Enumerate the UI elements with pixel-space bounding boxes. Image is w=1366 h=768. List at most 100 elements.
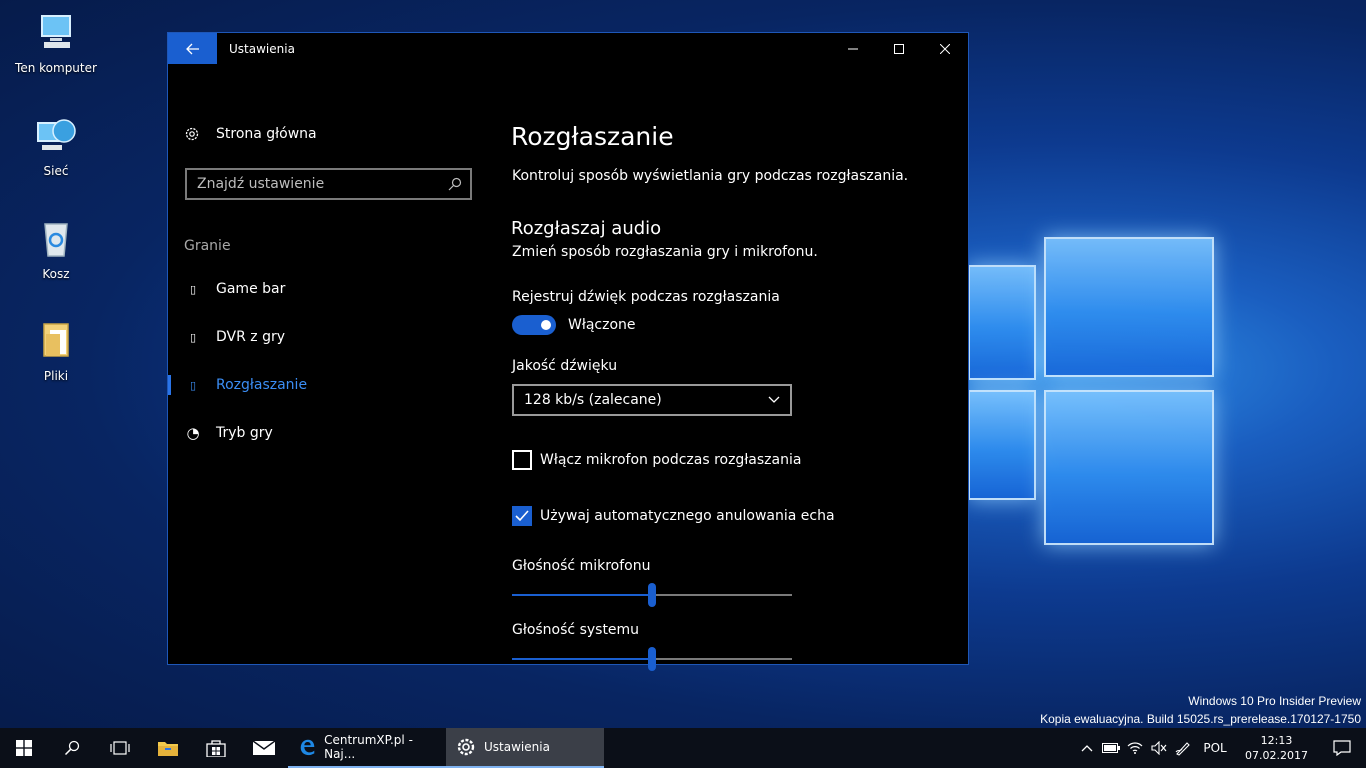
- game-bar-icon: ▯: [189, 282, 197, 296]
- volume-muted-icon: [1151, 741, 1167, 755]
- settings-window: Ustawienia Strona główna Granie: [167, 32, 969, 671]
- task-view-icon: [110, 741, 130, 755]
- windows-start-icon: [16, 740, 32, 756]
- back-arrow-icon: [185, 43, 199, 54]
- mail-button[interactable]: [240, 728, 288, 768]
- toggle-state-label: Włączone: [568, 317, 636, 333]
- desktop-icon-label: Pliki: [43, 369, 69, 383]
- folder-icon: [43, 323, 69, 357]
- wifi-icon: [1127, 742, 1143, 754]
- taskbar-app-label: CentrumXP.pl - Naj...: [324, 733, 413, 761]
- window-title: Ustawienia: [229, 41, 295, 56]
- show-hidden-icons-button[interactable]: [1075, 744, 1099, 752]
- sidebar-item-label: DVR z gry: [216, 329, 286, 345]
- watermark-line-2: Kopia ewaluacyjna. Build 15025.rs_prerel…: [1040, 712, 1361, 726]
- minimize-icon: [848, 48, 858, 49]
- slider-thumb[interactable]: [648, 647, 656, 671]
- taskbar-app-edge[interactable]: CentrumXP.pl - Naj...: [288, 728, 446, 768]
- network-button[interactable]: [1123, 741, 1147, 755]
- desktop-icon-network[interactable]: Sieć: [14, 115, 98, 178]
- minimize-button[interactable]: [830, 33, 876, 64]
- desktop-icon-label: Sieć: [43, 164, 69, 178]
- sidebar-item-game-bar[interactable]: ▯ Game bar: [168, 269, 488, 309]
- broadcast-icon: ▯: [189, 378, 197, 392]
- sidebar-item-label: Game bar: [216, 281, 286, 297]
- pen-icon: [1175, 742, 1190, 756]
- file-explorer-button[interactable]: [144, 728, 192, 768]
- chevron-down-icon: [768, 396, 780, 403]
- notification-icon: [1333, 740, 1351, 756]
- clock-time: 12:13: [1260, 734, 1293, 747]
- wallpaper-windows-logo: [968, 225, 1218, 555]
- desktop-icon-label: Ten komputer: [15, 61, 97, 75]
- search-icon: [64, 740, 80, 756]
- mic-checkbox-label: Włącz mikrofon podczas rozgłaszania: [540, 452, 802, 468]
- echo-checkbox-label: Używaj automatycznego anulowania echa: [540, 508, 835, 524]
- action-center-button[interactable]: [1318, 728, 1366, 768]
- store-button[interactable]: [192, 728, 240, 768]
- slider-fill: [512, 658, 652, 660]
- sidebar-item-label: Tryb gry: [216, 425, 273, 441]
- close-icon: [940, 43, 950, 54]
- start-button[interactable]: [0, 728, 48, 768]
- slider-thumb[interactable]: [648, 583, 656, 607]
- recycle-bin-icon: [44, 223, 68, 257]
- close-button[interactable]: [922, 33, 968, 64]
- nav-home-label: Strona główna: [216, 126, 317, 142]
- mail-icon: [253, 741, 275, 755]
- title-bar: Ustawienia: [168, 33, 968, 64]
- watermark-line-1: Windows 10 Pro Insider Preview: [1188, 694, 1361, 708]
- dvr-icon: ▯: [189, 330, 197, 344]
- search-button[interactable]: [48, 728, 96, 768]
- sidebar-item-label: Rozgłaszanie: [216, 377, 308, 393]
- audio-quality-value: 128 kb/s (zalecane): [524, 392, 662, 408]
- computer-icon: [41, 15, 71, 48]
- audio-quality-select[interactable]: 128 kb/s (zalecane): [512, 384, 792, 416]
- settings-nav: Strona główna Granie ▯ Game bar ▯ DVR z …: [168, 64, 488, 664]
- clock[interactable]: 12:13 07.02.2017: [1245, 733, 1308, 763]
- settings-content: Rozgłaszanie Kontroluj sposób wyświetlan…: [511, 64, 968, 671]
- sidebar-item-dvr[interactable]: ▯ DVR z gry: [168, 317, 488, 357]
- system-tray: POL 12:13 07.02.2017: [1075, 728, 1366, 768]
- mic-volume-slider[interactable]: [512, 583, 792, 607]
- language-indicator[interactable]: POL: [1195, 741, 1235, 755]
- sidebar-item-broadcasting[interactable]: ▯ Rozgłaszanie: [168, 365, 488, 405]
- store-icon: [206, 740, 226, 757]
- gear-icon: [457, 738, 475, 756]
- folder-icon: [158, 742, 178, 756]
- desktop-icon-label: Kosz: [42, 267, 70, 281]
- pen-button[interactable]: [1171, 740, 1195, 756]
- search-icon[interactable]: [448, 177, 462, 191]
- taskbar-app-label: Ustawienia: [484, 740, 550, 754]
- toggle-switch[interactable]: [512, 315, 556, 335]
- nav-section-gaming: Granie: [184, 238, 231, 254]
- sidebar-item-game-mode[interactable]: ◔ Tryb gry: [168, 413, 488, 453]
- audio-quality-label: Jakość dźwięku: [512, 358, 618, 374]
- battery-icon: [1102, 743, 1121, 753]
- volume-button[interactable]: [1147, 741, 1171, 755]
- taskbar-app-settings[interactable]: Ustawienia: [446, 728, 604, 768]
- maximize-button[interactable]: [876, 33, 922, 64]
- mic-checkbox[interactable]: [512, 450, 532, 470]
- system-volume-label: Głośność systemu: [512, 622, 640, 638]
- echo-checkbox-row[interactable]: Używaj automatycznego anulowania echa: [512, 506, 835, 526]
- search-input[interactable]: [197, 176, 448, 192]
- search-box[interactable]: [185, 168, 472, 200]
- desktop-icon-this-pc[interactable]: Ten komputer: [14, 12, 98, 75]
- echo-checkbox[interactable]: [512, 506, 532, 526]
- section-subtitle-audio: Zmień sposób rozgłaszania gry i mikrofon…: [512, 244, 818, 260]
- task-view-button[interactable]: [96, 728, 144, 768]
- mic-checkbox-row[interactable]: Włącz mikrofon podczas rozgłaszania: [512, 450, 801, 470]
- chevron-up-icon: [1081, 745, 1093, 752]
- network-icon: [37, 119, 76, 150]
- checkmark-icon: [515, 510, 529, 522]
- back-button[interactable]: [168, 33, 217, 64]
- clock-date: 07.02.2017: [1245, 749, 1308, 762]
- section-heading-audio: Rozgłaszaj audio: [511, 218, 662, 239]
- desktop-icon-files[interactable]: Pliki: [14, 320, 98, 383]
- record-audio-toggle[interactable]: Włączone: [512, 315, 636, 335]
- desktop-icon-recycle-bin[interactable]: Kosz: [14, 218, 98, 281]
- nav-home[interactable]: Strona główna: [184, 126, 317, 142]
- battery-button[interactable]: [1099, 743, 1123, 753]
- system-volume-slider[interactable]: [512, 647, 792, 671]
